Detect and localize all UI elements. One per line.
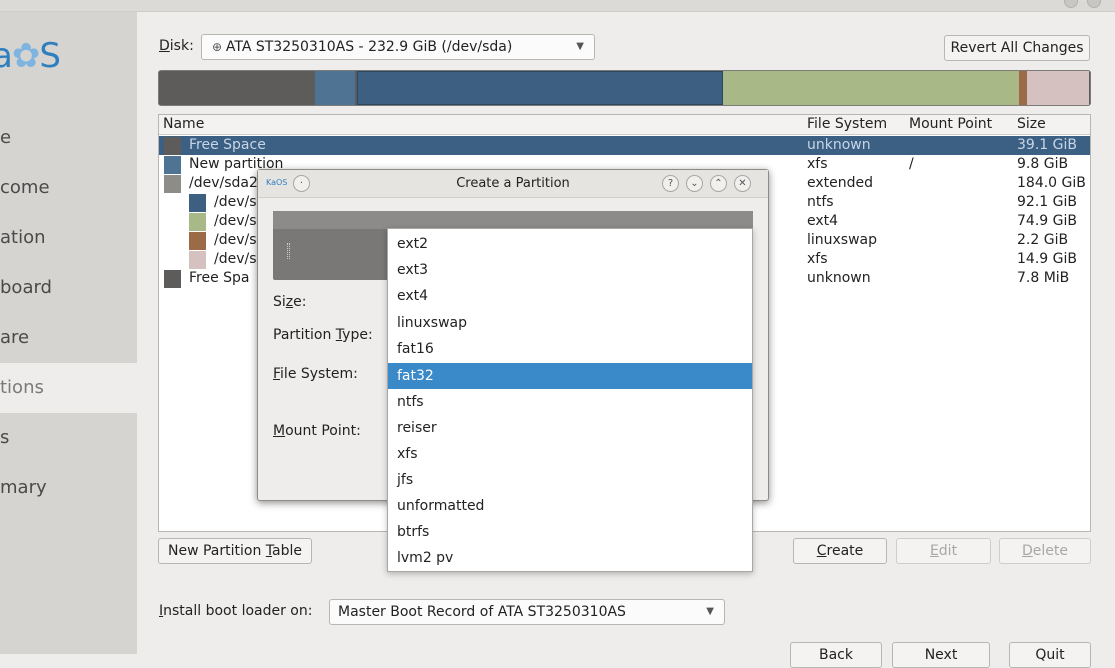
dialog-titlebar: KaOS · Create a Partition ? ⌄ ⌃ ✕ — [258, 170, 768, 198]
partition-segment-linuxswap[interactable] — [1019, 71, 1027, 105]
column-header-size[interactable]: Size — [1017, 116, 1046, 132]
sidebar-item-welcome: come — [0, 177, 50, 198]
new-partition-table-button[interactable]: New Partition Table — [158, 538, 312, 564]
sidebar-item-hardware: are — [0, 327, 30, 348]
sidebar-item-users: s — [0, 427, 10, 448]
fs-option-ext4[interactable]: ext4 — [388, 283, 752, 309]
sidebar-item-partitions: tions — [0, 363, 137, 413]
size-label: Size: — [273, 294, 307, 310]
table-header: Name File System Mount Point Size — [159, 115, 1090, 135]
partition-segment-ext4[interactable] — [723, 71, 1019, 105]
sidebar-item-keyboard: board — [0, 277, 52, 298]
fs-option-fat16[interactable]: fat16 — [388, 336, 752, 362]
partition-bar — [158, 70, 1091, 106]
maximize-icon[interactable]: ⌃ — [710, 175, 727, 192]
close-window-button[interactable] — [1087, 0, 1101, 8]
quit-button[interactable]: Quit — [1009, 642, 1091, 668]
sidebar-item-location: ation — [0, 227, 46, 248]
partition-color-swatch — [164, 137, 181, 155]
partition-type-label: Partition Type: — [273, 327, 373, 343]
file-system-dropdown: ext2 ext3 ext4 linuxswap fat16 fat32 ntf… — [387, 228, 753, 572]
resize-handle-icon[interactable] — [287, 243, 290, 259]
delete-button[interactable]: Delete — [999, 538, 1091, 564]
fs-option-lvm2-pv[interactable]: lvm2 pv — [388, 545, 752, 571]
revert-all-changes-button[interactable]: Revert All Changes — [944, 35, 1090, 61]
file-system-label: File System: — [273, 366, 358, 382]
partition-color-swatch — [189, 232, 206, 250]
partition-segment-ntfs[interactable] — [357, 71, 723, 105]
edit-button[interactable]: Edit — [896, 538, 991, 564]
disk-select[interactable]: ⊕ ATA ST3250310AS - 232.9 GiB (/dev/sda)… — [201, 34, 595, 60]
minimize-window-button[interactable] — [1064, 0, 1078, 8]
fs-option-fat32[interactable]: fat32 — [388, 363, 752, 389]
partition-color-swatch — [189, 251, 206, 269]
partition-color-swatch — [164, 270, 181, 288]
sidebar: a✿S e come ation board are tions s mary — [0, 12, 137, 654]
help-icon[interactable]: ? — [662, 175, 679, 192]
back-button[interactable]: Back — [790, 642, 882, 668]
fs-option-xfs[interactable]: xfs — [388, 441, 752, 467]
chevron-down-icon: ▼ — [576, 41, 584, 52]
fs-option-reiser[interactable]: reiser — [388, 415, 752, 441]
fs-option-ext2[interactable]: ext2 — [388, 231, 752, 257]
fs-option-ntfs[interactable]: ntfs — [388, 389, 752, 415]
minimize-icon[interactable]: ⌄ — [686, 175, 703, 192]
app-logo: a✿S — [0, 36, 61, 76]
column-header-file-system[interactable]: File System — [807, 116, 887, 132]
column-header-mount-point[interactable]: Mount Point — [909, 116, 992, 132]
fs-option-ext3[interactable]: ext3 — [388, 257, 752, 283]
window-titlebar — [0, 0, 1115, 12]
partition-segment-xfs[interactable] — [1027, 71, 1089, 105]
partition-color-swatch — [164, 175, 181, 193]
fs-option-unformatted[interactable]: unformatted — [388, 493, 752, 519]
next-button[interactable]: Next — [892, 642, 990, 668]
close-icon[interactable]: ✕ — [734, 175, 751, 192]
bootloader-select[interactable]: Master Boot Record of ATA ST3250310AS ▼ — [329, 599, 725, 625]
partition-segment-new[interactable] — [315, 71, 355, 105]
partition-segment-free-space[interactable] — [159, 71, 315, 105]
chevron-down-icon: ▼ — [706, 606, 714, 617]
fs-option-linuxswap[interactable]: linuxswap — [388, 310, 752, 336]
sidebar-item-language: e — [0, 127, 12, 148]
mount-point-label: Mount Point: — [273, 423, 361, 439]
table-row[interactable]: Free Space unknown 39.1 GiB — [159, 136, 1090, 155]
fs-option-btrfs[interactable]: btrfs — [388, 519, 752, 545]
create-button[interactable]: Create — [793, 538, 887, 564]
partition-color-swatch — [164, 156, 181, 174]
disk-label: Disk: — [159, 38, 194, 54]
partition-color-swatch — [189, 213, 206, 231]
sidebar-item-summary: mary — [0, 477, 47, 498]
fs-option-jfs[interactable]: jfs — [388, 467, 752, 493]
disk-drive-icon: ⊕ — [212, 40, 226, 54]
preview-bar — [273, 211, 753, 229]
bootloader-label: Install boot loader on: — [159, 603, 313, 619]
partition-color-swatch — [189, 194, 206, 212]
column-header-name[interactable]: Name — [163, 116, 204, 132]
